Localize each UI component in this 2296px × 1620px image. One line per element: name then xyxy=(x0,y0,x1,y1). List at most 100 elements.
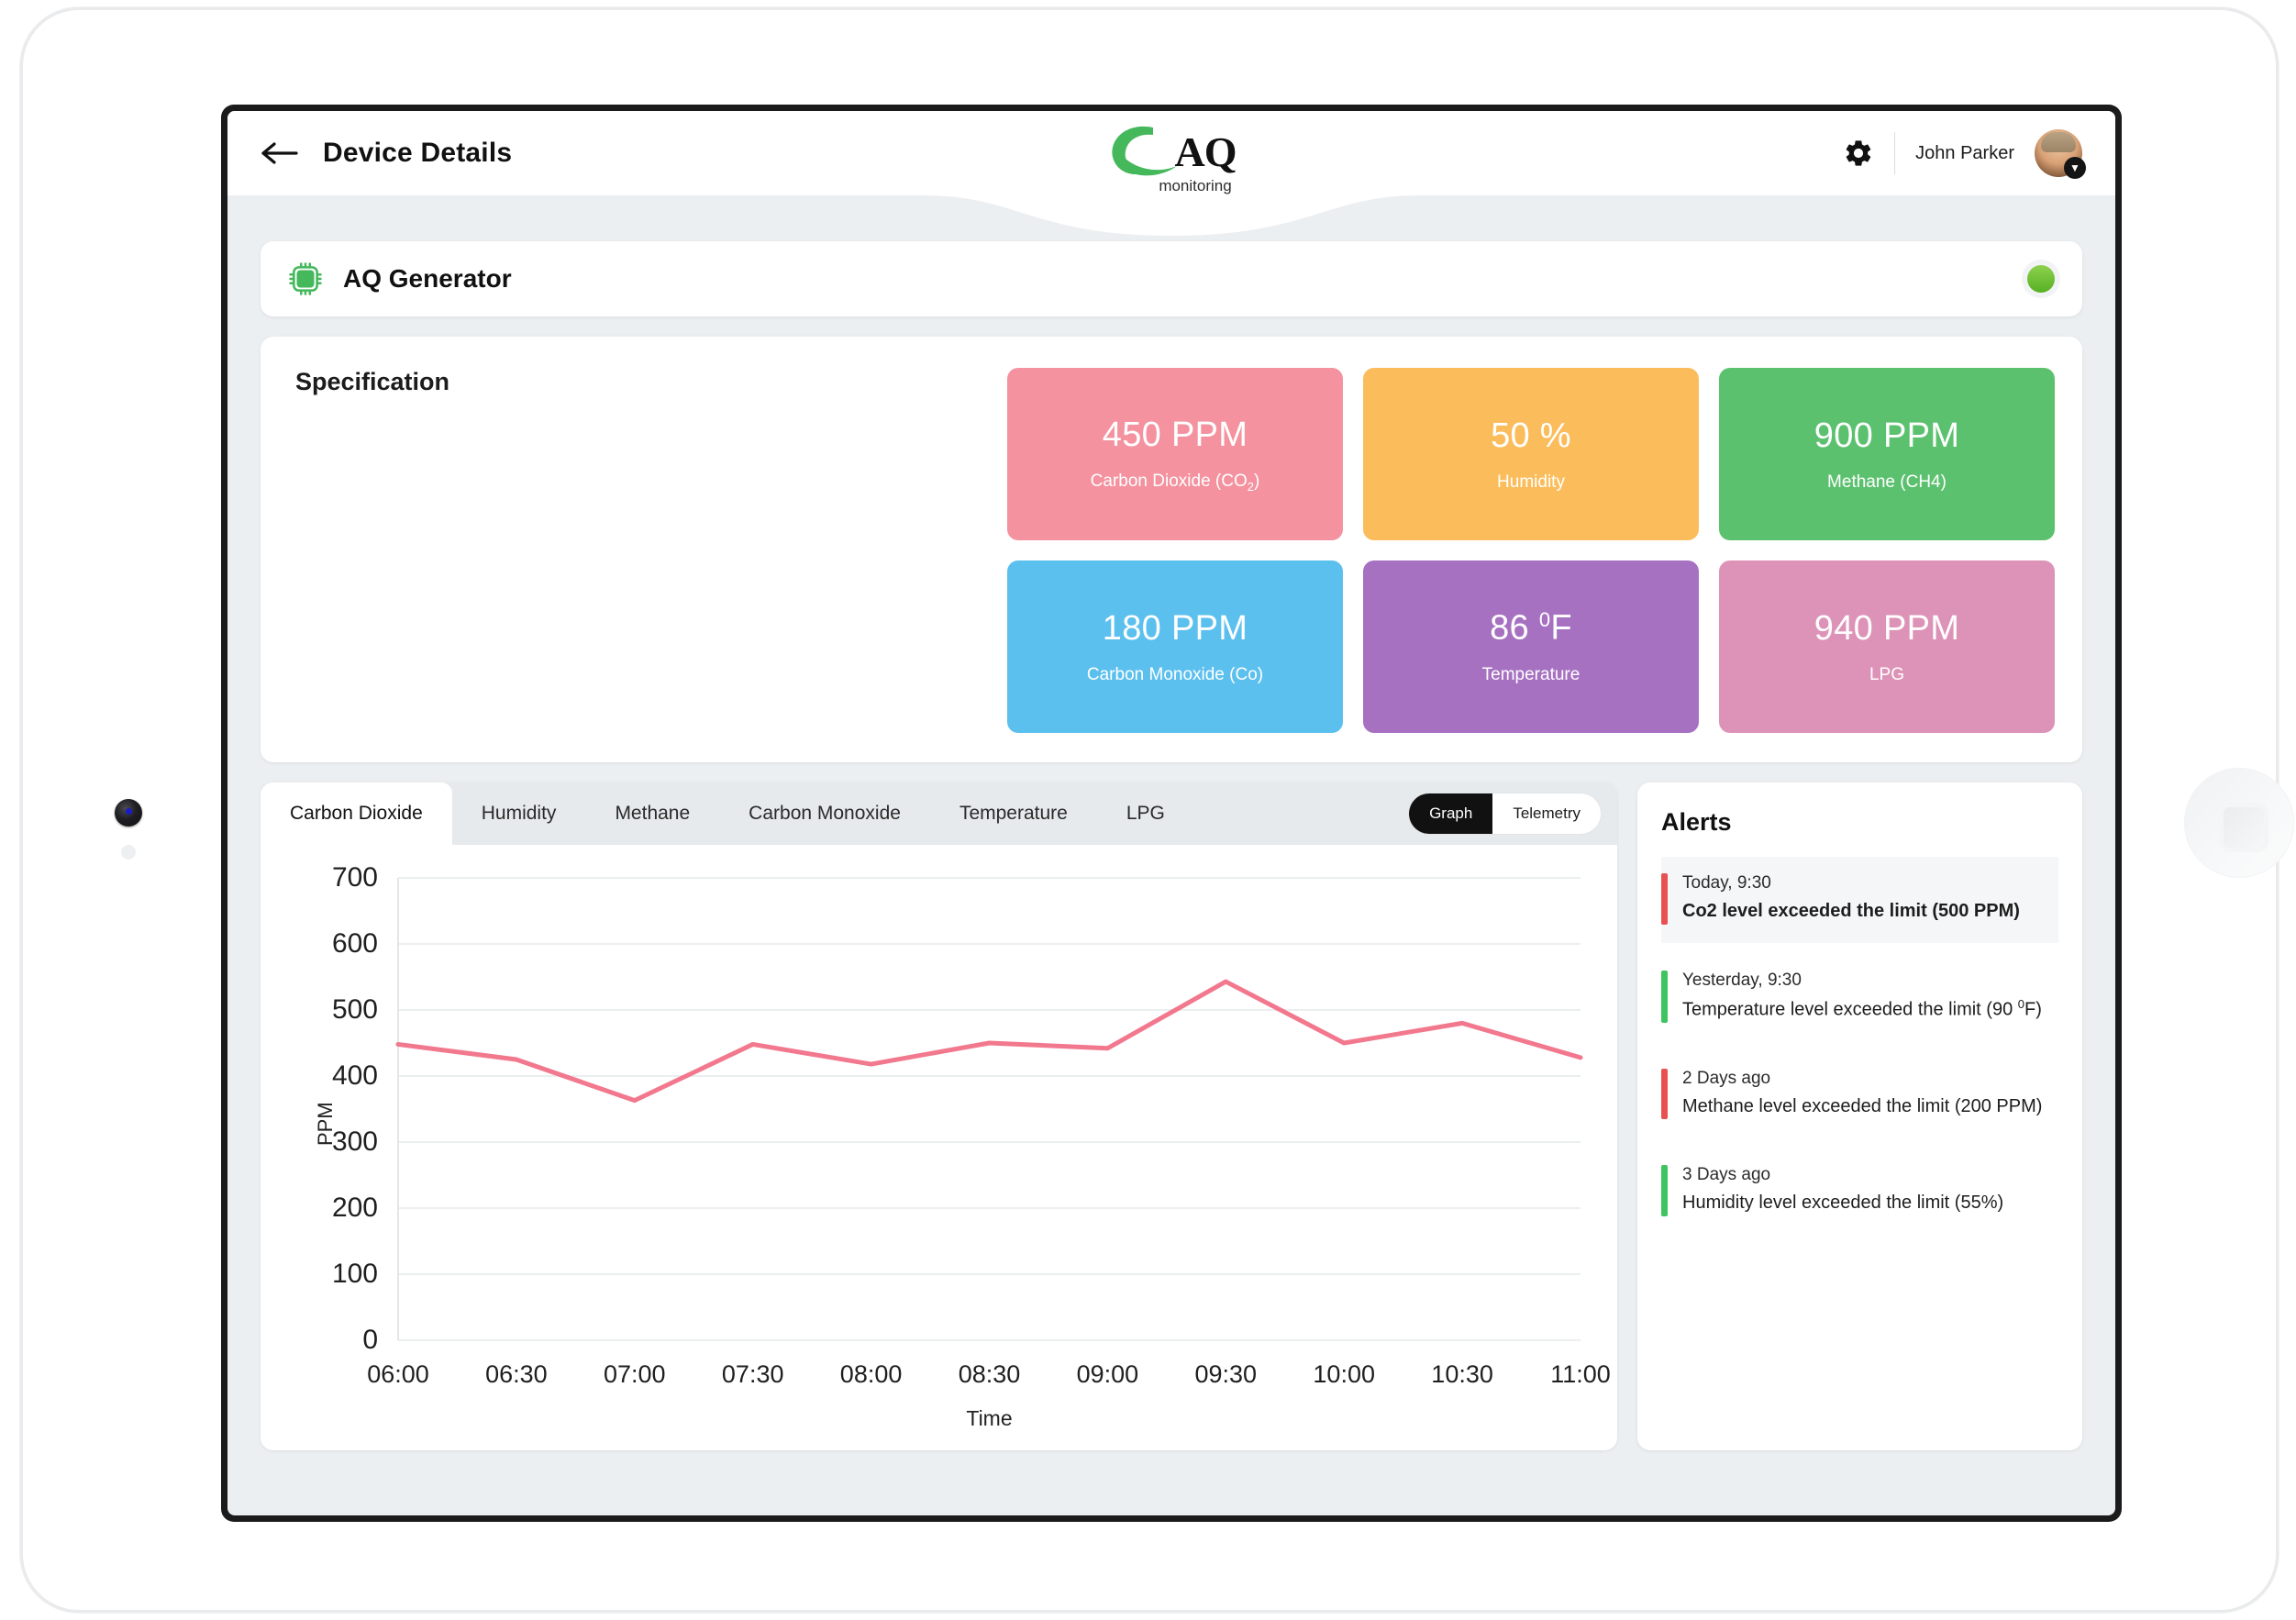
specification-row xyxy=(295,533,985,574)
metric-tiles: 450 PPM Carbon Dioxide (CO2) 50 % Humidity 9… xyxy=(1007,368,2055,733)
device-name: AQ Generator xyxy=(343,264,512,293)
metric-tile[interactable]: 900 PPM Methane (CH4) xyxy=(1719,368,2055,540)
alert-time: 3 Days ago xyxy=(1682,1165,1771,1185)
alert-time: 2 Days ago xyxy=(1682,1068,1771,1088)
alert-time: Yesterday, 9:30 xyxy=(1682,970,1802,990)
x-axis-tick: 09:00 xyxy=(1077,1360,1139,1388)
y-axis-tick: 700 xyxy=(332,862,378,893)
header-divider xyxy=(1894,132,1896,174)
metric-tabs: Carbon Dioxide Humidity Methane Carbon Mono… xyxy=(261,782,1617,845)
view-toggle-graph[interactable]: Graph xyxy=(1409,793,1493,834)
alert-time: Today, 9:30 xyxy=(1682,873,1771,893)
screen-bezel: Device Details AQ monitoring John Parker… xyxy=(221,105,2122,1522)
app-header: Device Details AQ monitoring John Parker… xyxy=(227,111,2115,195)
metric-tile[interactable]: 86 0F Temperature xyxy=(1363,560,1699,733)
logo-wordmark: AQ xyxy=(1174,128,1237,175)
metric-tile-value: 180 PPM xyxy=(1102,608,1248,648)
metric-tile[interactable]: 450 PPM Carbon Dioxide (CO2) xyxy=(1007,368,1343,540)
specification-title: Specification xyxy=(295,368,450,395)
back-button[interactable] xyxy=(261,140,299,166)
x-axis-tick: 06:30 xyxy=(485,1360,548,1388)
metric-tile[interactable]: 180 PPM Carbon Monoxide (Co) xyxy=(1007,560,1343,733)
x-axis-tick: 09:30 xyxy=(1195,1360,1258,1388)
metric-tile-value: 86 0F xyxy=(1490,608,1572,648)
x-axis-tick: 08:30 xyxy=(959,1360,1021,1388)
tab-lpg[interactable]: LPG xyxy=(1097,782,1194,845)
y-axis-tick: 0 xyxy=(362,1325,378,1355)
metric-tile-label: Carbon Dioxide (CO2) xyxy=(1090,471,1260,494)
tab-temperature[interactable]: Temperature xyxy=(930,782,1097,845)
metric-tile-label: Humidity xyxy=(1497,472,1565,492)
metric-tile-label: LPG xyxy=(1869,664,1905,684)
specification-row xyxy=(295,574,985,616)
metric-tile[interactable]: 50 % Humidity xyxy=(1363,368,1699,540)
user-name: John Parker xyxy=(1915,142,2014,163)
overview-card: Specification 450 PPM Carbon Dioxide (CO2… xyxy=(261,337,2082,762)
alert-message: Temperature level exceeded the limit (90… xyxy=(1682,996,2042,1020)
gear-icon[interactable] xyxy=(1843,138,1874,169)
line-chart: 0 100 200 300 400 500 600 700 06:00 06:30 07:00 07:… xyxy=(332,862,1611,1388)
tab-carbon-dioxide[interactable]: Carbon Dioxide xyxy=(261,782,452,845)
alert-message: Co2 level exceeded the limit (500 PPM) xyxy=(1682,901,2020,921)
status-badge xyxy=(2027,265,2055,293)
alerts-panel: Alerts Today, 9:30 Co2 level exceeded the… xyxy=(1637,782,2082,1450)
metric-tile-label: Methane (CH4) xyxy=(1827,472,1947,492)
metric-tile-value: 940 PPM xyxy=(1814,608,1960,648)
alert-item[interactable]: Yesterday, 9:30 Temperature level exceede… xyxy=(1661,954,2058,1041)
y-axis-tick: 200 xyxy=(332,1193,378,1223)
arrow-left-icon xyxy=(261,142,298,164)
alert-item[interactable]: 2 Days ago Methane level exceeded the lim… xyxy=(1661,1052,2058,1138)
tab-carbon-monoxide[interactable]: Carbon Monoxide xyxy=(719,782,930,845)
metric-tile[interactable]: 940 PPM LPG xyxy=(1719,560,2055,733)
page-title: Device Details xyxy=(323,138,513,168)
specification-row xyxy=(295,616,985,657)
app-screen: Device Details AQ monitoring John Parker… xyxy=(227,111,2115,1515)
metric-tile-value: 450 PPM xyxy=(1102,415,1248,454)
metric-tile-label: Temperature xyxy=(1481,664,1581,684)
ambient-sensor-icon xyxy=(121,845,136,860)
front-camera-icon xyxy=(115,799,142,827)
alert-message: Humidity level exceeded the limit (55%) xyxy=(1682,1193,2004,1214)
view-toggle-telemetry[interactable]: Telemetry xyxy=(1492,793,1601,834)
header-wave-decoration xyxy=(227,195,2115,238)
chart-series-line xyxy=(395,979,1583,1104)
specification-row xyxy=(295,450,985,492)
y-axis-tick: 300 xyxy=(332,1126,378,1157)
home-button[interactable] xyxy=(2184,768,2294,878)
device-summary-bar: AQ Generator xyxy=(261,241,2082,316)
specification-row xyxy=(295,492,985,533)
specification-list xyxy=(295,409,985,657)
header-actions: John Parker ▼ xyxy=(1843,129,2086,179)
chevron-down-icon[interactable]: ▼ xyxy=(2064,157,2086,179)
x-axis-tick: 11:00 xyxy=(1550,1360,1611,1388)
x-axis-tick: 08:00 xyxy=(840,1360,903,1388)
avatar[interactable]: ▼ xyxy=(2035,129,2086,179)
y-axis-tick: 600 xyxy=(332,928,378,959)
x-axis-tick: 10:30 xyxy=(1431,1360,1493,1388)
bottom-row: Carbon Dioxide Humidity Methane Carbon Mono… xyxy=(261,782,2082,1480)
y-axis-tick: 400 xyxy=(332,1060,378,1091)
alert-severity-bar xyxy=(1661,970,1668,1023)
alerts-title: Alerts xyxy=(1661,808,1732,836)
metric-tile-value: 50 % xyxy=(1491,416,1571,455)
metric-tile-label: Carbon Monoxide (Co) xyxy=(1086,664,1264,684)
x-axis-tick: 07:00 xyxy=(604,1360,666,1388)
tablet-frame: Device Details AQ monitoring John Parker… xyxy=(20,7,2294,1613)
x-axis-tick: 06:00 xyxy=(367,1360,429,1388)
alert-severity-bar xyxy=(1661,1165,1668,1217)
alerts-list: Today, 9:30 Co2 level exceeded the limit … xyxy=(1661,857,2058,1235)
alert-item[interactable]: Today, 9:30 Co2 level exceeded the limit … xyxy=(1661,857,2058,943)
chip-icon xyxy=(289,262,322,295)
tab-humidity[interactable]: Humidity xyxy=(452,782,586,845)
y-axis-tick: 500 xyxy=(332,994,378,1025)
metric-tile-value: 900 PPM xyxy=(1814,416,1960,455)
tab-methane[interactable]: Methane xyxy=(585,782,719,845)
view-toggle: Graph Telemetry xyxy=(1409,793,1601,834)
chart-card: Carbon Dioxide Humidity Methane Carbon Mono… xyxy=(261,782,1617,1450)
app-logo: AQ monitoring xyxy=(1052,122,1291,195)
alert-item[interactable]: 3 Days ago Humidity level exceeded the li… xyxy=(1661,1148,2058,1235)
alert-severity-bar xyxy=(1661,873,1668,925)
specification-block: Specification xyxy=(288,368,985,733)
y-axis-tick: 100 xyxy=(332,1259,378,1289)
alert-message: Methane level exceeded the limit (200 PP… xyxy=(1682,1095,2043,1116)
